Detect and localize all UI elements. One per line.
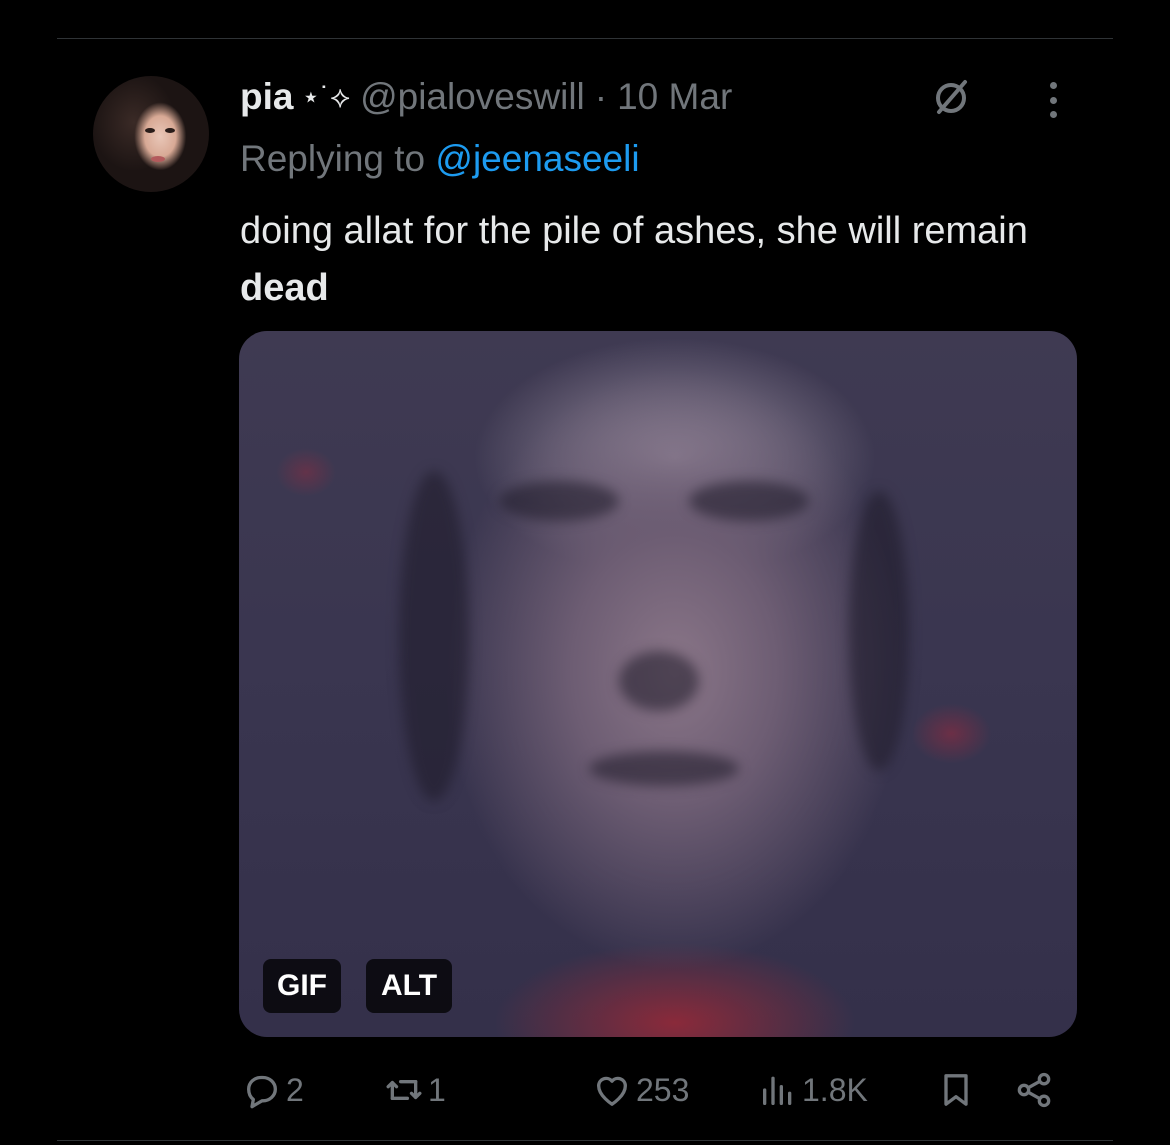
gif-badge: GIF (263, 959, 341, 1013)
share-icon (1014, 1070, 1054, 1110)
reply-count: 2 (286, 1071, 304, 1108)
more-dots-icon[interactable] (1040, 78, 1066, 122)
bookmark-button[interactable] (936, 1066, 976, 1114)
separator-dot: · (594, 76, 608, 117)
replying-to-line: Replying to @jeenaseeli (240, 138, 640, 180)
media-shadow (399, 471, 469, 801)
views-count: 1.8K (802, 1071, 868, 1108)
share-button[interactable] (1014, 1066, 1054, 1114)
replying-mention-link[interactable]: @jeenaseeli (435, 138, 639, 179)
avatar-lips (151, 156, 165, 162)
top-divider (57, 38, 1113, 39)
heart-icon (592, 1070, 632, 1110)
action-bar: 2 1 253 1.8K (0, 1066, 1170, 1114)
grok-icon[interactable] (930, 77, 972, 119)
like-count: 253 (636, 1071, 690, 1108)
media-shadow (689, 481, 809, 521)
reply-bubble-icon (242, 1070, 282, 1110)
name-decoration: ⋆˙⟡ (301, 80, 351, 114)
views-bars-icon (758, 1070, 798, 1110)
tweet-text-bold: dead (240, 267, 329, 309)
media-shadow (619, 651, 699, 711)
media-shadow (499, 481, 619, 521)
tweet-text: doing allat for the pile of ashes, she w… (240, 203, 1100, 317)
replying-prefix: Replying to (240, 138, 426, 179)
author-handle[interactable]: @pialoveswill (360, 76, 585, 118)
views-button[interactable]: 1.8K (758, 1066, 868, 1114)
tweet-text-plain: doing allat for the pile of ashes, she w… (240, 210, 1028, 252)
media-shadow (589, 751, 739, 786)
avatar-eye (145, 128, 155, 133)
tweet-date[interactable]: 10 Mar (617, 76, 732, 118)
repost-icon (384, 1070, 424, 1110)
repost-count: 1 (428, 1071, 446, 1108)
tweet-header: pia ⋆˙⟡ @pialoveswill · 10 Mar (240, 72, 732, 122)
like-button[interactable]: 253 (592, 1066, 689, 1114)
bookmark-icon (936, 1070, 976, 1110)
gif-media[interactable] (239, 331, 1077, 1037)
bottom-divider (57, 1140, 1113, 1141)
alt-badge[interactable]: ALT (366, 959, 452, 1013)
media-shadow (849, 491, 909, 771)
reply-button[interactable]: 2 (242, 1066, 304, 1114)
author-name[interactable]: pia (240, 76, 293, 118)
avatar-eye (165, 128, 175, 133)
avatar[interactable] (93, 76, 209, 192)
repost-button[interactable]: 1 (384, 1066, 446, 1114)
